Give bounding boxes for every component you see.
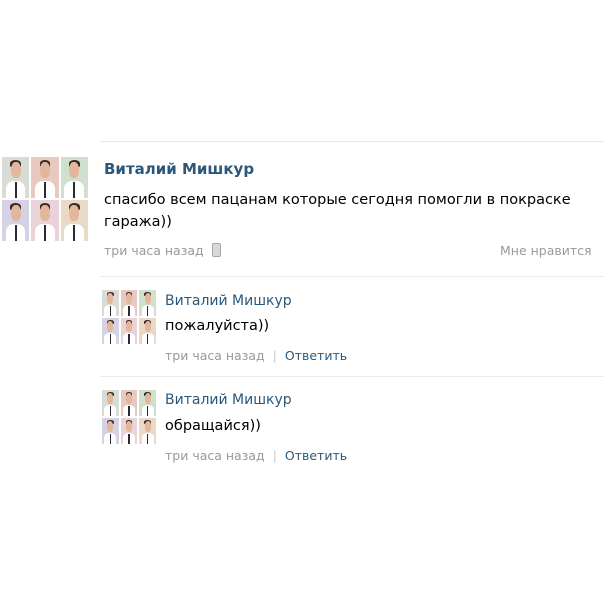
like-button[interactable]: Мне нравится <box>500 243 604 258</box>
reply-meta: три часа назад | Ответить <box>165 448 347 463</box>
reply-text: пожалуйста)) <box>165 318 270 334</box>
post-author-name[interactable]: Виталий Мишкур <box>104 160 254 178</box>
reply-button[interactable]: Ответить <box>285 448 347 463</box>
avatar-photo-tile <box>139 418 156 444</box>
avatar-photo-tile <box>102 418 119 444</box>
post-top-divider <box>100 141 604 142</box>
avatar-photo-tile <box>31 157 59 198</box>
reply-author-avatar[interactable] <box>102 390 156 444</box>
avatar-photo-tile <box>120 390 138 416</box>
avatar-photo-tile <box>102 318 119 344</box>
reply-author-name[interactable]: Виталий Мишкур <box>165 293 292 309</box>
post-author-avatar[interactable] <box>2 157 88 241</box>
reply-meta: три часа назад | Ответить <box>165 348 347 363</box>
avatar-photo-tile <box>120 290 138 316</box>
post-text: спасибо всем пацанам которые сегодня пом… <box>104 189 604 233</box>
wall-post: Виталий Мишкур спасибо всем пацанам кото… <box>0 0 604 604</box>
phone-icon <box>211 243 221 257</box>
reply-time[interactable]: три часа назад <box>165 348 265 363</box>
avatar-photo-tile <box>120 418 138 444</box>
avatar-photo-tile <box>60 157 88 198</box>
avatar-photo-tile <box>139 390 156 416</box>
avatar-photo-tile <box>139 318 156 344</box>
avatar-photo-tile <box>139 290 156 316</box>
avatar-photo-tile <box>31 200 59 241</box>
reply-divider <box>100 276 604 277</box>
meta-separator: | <box>272 348 277 363</box>
post-text-line-2: гаража)) <box>104 214 172 230</box>
reply-button[interactable]: Ответить <box>285 348 347 363</box>
avatar-photo-tile <box>60 200 88 241</box>
reply-text: обращайся)) <box>165 418 261 434</box>
reply-time[interactable]: три часа назад <box>165 448 265 463</box>
reply-author-name[interactable]: Виталий Мишкур <box>165 392 292 408</box>
post-meta: три часа назад <box>104 243 221 258</box>
avatar-photo-tile <box>102 390 119 416</box>
avatar-photo-tile <box>120 318 138 344</box>
avatar-photo-tile <box>2 157 30 198</box>
avatar-photo-tile <box>102 290 119 316</box>
reply-divider <box>100 376 604 377</box>
avatar-photo-tile <box>2 200 30 241</box>
meta-separator: | <box>272 448 277 463</box>
post-text-line-1: спасибо всем пацанам которые сегодня пом… <box>104 192 571 208</box>
post-time[interactable]: три часа назад <box>104 243 204 258</box>
reply-author-avatar[interactable] <box>102 290 156 344</box>
